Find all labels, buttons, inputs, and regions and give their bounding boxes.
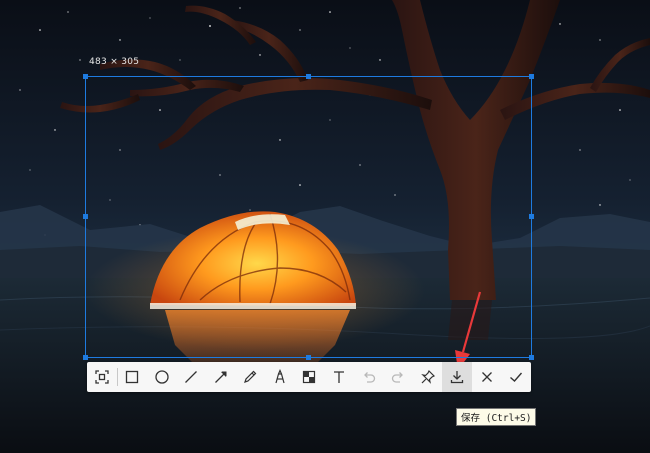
pencil-icon: [244, 370, 257, 383]
redo-icon: [391, 372, 403, 383]
text-icon: [334, 371, 344, 383]
check-icon: [510, 372, 523, 382]
mosaic-tool[interactable]: [295, 362, 325, 392]
resize-handle-top-right[interactable]: [529, 74, 534, 79]
marker-icon: [275, 369, 285, 384]
confirm-button[interactable]: [501, 362, 531, 392]
download-icon: [450, 371, 464, 384]
resize-handle-bottom-left[interactable]: [83, 355, 88, 360]
selection-frame[interactable]: [83, 74, 534, 360]
undo-button[interactable]: [354, 362, 384, 392]
resize-handle-left[interactable]: [83, 214, 88, 219]
ellipse-icon: [155, 370, 169, 384]
save-button[interactable]: [442, 362, 472, 392]
close-icon: [481, 372, 492, 382]
rectangle-icon: [126, 370, 139, 384]
undo-icon: [363, 372, 375, 383]
ocr-capture-tool[interactable]: [87, 362, 117, 392]
pen-tool[interactable]: [236, 362, 266, 392]
line-icon: [185, 371, 198, 383]
save-tooltip: 保存 (Ctrl+S): [456, 408, 537, 426]
marker-tool[interactable]: [265, 362, 295, 392]
cancel-button[interactable]: [472, 362, 502, 392]
resize-handle-bottom[interactable]: [306, 355, 311, 360]
line-tool[interactable]: [177, 362, 207, 392]
redo-button[interactable]: [383, 362, 413, 392]
ellipse-tool[interactable]: [147, 362, 177, 392]
scan-icon: [95, 370, 109, 384]
rectangle-tool[interactable]: [118, 362, 148, 392]
pin-icon: [420, 369, 435, 384]
capture-toolbar: [87, 362, 531, 392]
resize-handle-top-left[interactable]: [83, 74, 88, 79]
pin-button[interactable]: [413, 362, 443, 392]
mosaic-icon: [303, 370, 316, 384]
resize-handle-right[interactable]: [529, 214, 534, 219]
resize-handle-top[interactable]: [306, 74, 311, 79]
text-tool[interactable]: [324, 362, 354, 392]
arrow-tool[interactable]: [206, 362, 236, 392]
resize-handle-bottom-right[interactable]: [529, 355, 534, 360]
selection-size-label: 483 × 305: [89, 57, 140, 67]
arrow-icon: [214, 371, 227, 383]
